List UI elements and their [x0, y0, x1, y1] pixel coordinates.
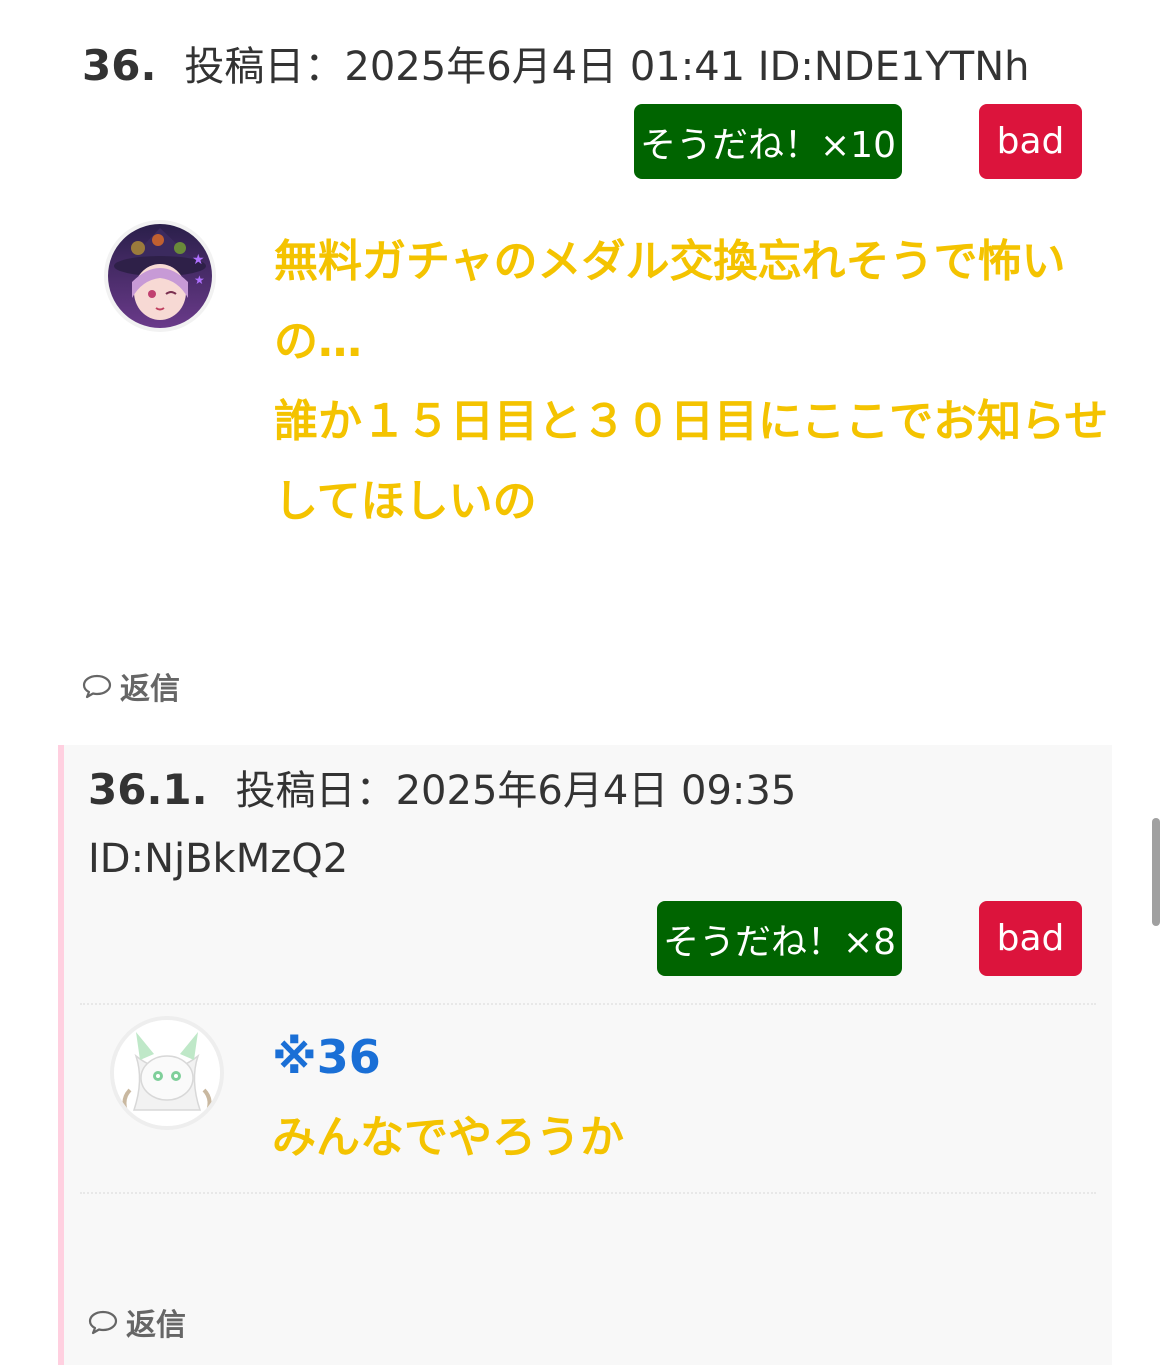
post-body-line: してほしいの — [274, 476, 537, 527]
reply-button[interactable]: 返信 — [82, 664, 180, 708]
scrollbar-thumb[interactable] — [1152, 818, 1160, 926]
avatar — [114, 1020, 220, 1126]
reply-body: みんなでやろうか — [272, 1112, 624, 1163]
divider — [80, 1192, 1096, 1194]
bad-button[interactable]: bad — [979, 104, 1082, 179]
avatar: ★ ★ — [108, 224, 212, 328]
speech-bubble-icon — [88, 1310, 118, 1335]
anchor-link[interactable]: ※36 — [272, 1030, 381, 1084]
post-body-line: の… — [274, 316, 362, 367]
post-body-line: 無料ガチャのメダル交換忘れそうで怖い — [274, 236, 1066, 287]
divider — [80, 1003, 1096, 1005]
post-body-line: 誰か１５日目と３０日目にここでお知らせ — [274, 396, 1109, 447]
post-header: 36. 投稿日：2025年6月4日 01:41 ID:NDE1YTNh — [82, 34, 1029, 92]
reply-number: 36.1. — [88, 765, 208, 814]
svg-text:★: ★ — [194, 273, 205, 287]
reply-button[interactable]: 返信 — [88, 1300, 186, 1344]
svg-text:★: ★ — [192, 252, 205, 268]
speech-bubble-icon — [82, 674, 112, 699]
reply-label: 返信 — [126, 1308, 186, 1343]
reply-label: 返信 — [120, 672, 180, 707]
agree-button[interactable]: そうだね！×10 — [634, 104, 902, 179]
reply-meta: 投稿日：2025年6月4日 09:35 — [235, 768, 797, 814]
post-meta: 投稿日：2025年6月4日 01:41 ID:NDE1YTNh — [184, 44, 1030, 90]
agree-button[interactable]: そうだね！×8 — [657, 901, 902, 976]
reply-id: ID:NjBkMzQ2 — [88, 836, 349, 882]
post-number: 36. — [82, 41, 157, 90]
bad-button[interactable]: bad — [979, 901, 1082, 976]
creature-avatar-icon — [114, 1020, 220, 1126]
witch-avatar-icon: ★ ★ — [108, 224, 212, 328]
reply-header: 36.1. 投稿日：2025年6月4日 09:35 — [88, 758, 796, 816]
post-body: 無料ガチャのメダル交換忘れそうで怖い の… 誰か１５日目と３０日目にここでお知ら… — [274, 222, 1114, 542]
